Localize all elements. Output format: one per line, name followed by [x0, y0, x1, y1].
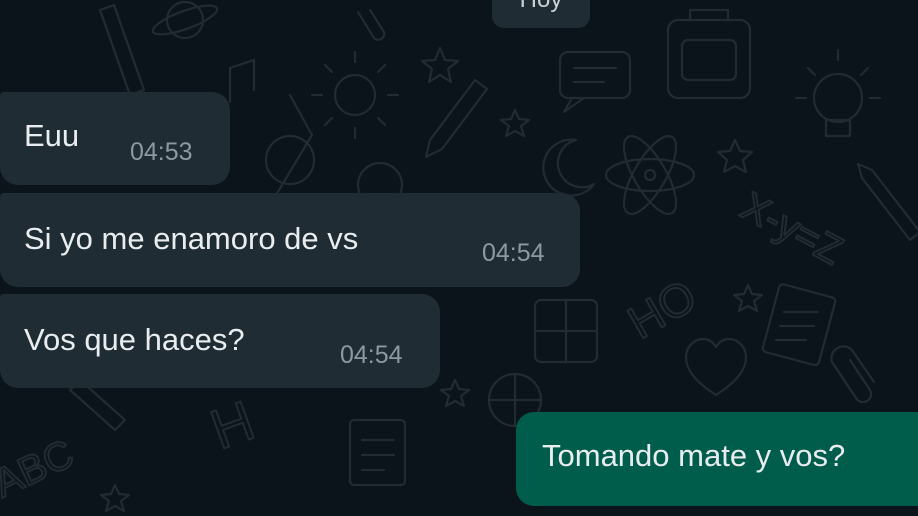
star-doodle	[716, 138, 754, 174]
star-doodle	[439, 378, 471, 408]
paperclip-doodle	[830, 345, 876, 404]
star-doodle	[420, 46, 460, 84]
message-text: Vos que haces?	[24, 322, 245, 357]
speech-bubble-doodle	[558, 50, 632, 114]
atom-doodle	[604, 134, 696, 216]
paperclip-doodle	[356, 8, 386, 41]
date-separator: Hoy	[492, 0, 590, 28]
sun-doodle	[310, 50, 400, 140]
star-doodle	[499, 108, 531, 138]
date-label: Hoy	[520, 0, 563, 14]
ruler-doodle	[98, 3, 146, 97]
lightbulb-doodle	[794, 48, 882, 138]
document-doodle	[348, 418, 407, 487]
letters-doodle: HO	[619, 269, 705, 349]
flask-doodle	[264, 93, 322, 197]
star-doodle	[99, 483, 131, 513]
heart-doodle	[684, 337, 748, 397]
notepad-doodle	[761, 283, 837, 367]
message-timestamp: 04:54	[482, 239, 545, 267]
message-text: Si yo me enamoro de vs	[24, 221, 359, 256]
letters-doodle: H	[203, 388, 263, 461]
formula-doodle: X-y=Z	[734, 184, 850, 273]
message-text: Tomando mate y vos?	[542, 438, 846, 473]
message-timestamp: 04:54	[340, 341, 403, 369]
moon-doodle	[542, 138, 596, 197]
backpack-doodle	[666, 8, 752, 100]
letters-doodle: ABC	[0, 432, 80, 507]
message-timestamp: 04:53	[130, 138, 193, 166]
incoming-message-bubble[interactable]: Si yo me enamoro de vs 04:54	[0, 193, 580, 287]
calculator-doodle	[533, 298, 599, 364]
incoming-message-bubble[interactable]: Vos que haces? 04:54	[0, 294, 440, 388]
message-text: Euu	[24, 118, 80, 153]
star-doodle	[732, 283, 764, 313]
pencil-doodle	[856, 162, 918, 242]
outgoing-message-bubble[interactable]: Tomando mate y vos?	[516, 412, 918, 506]
planet-doodle	[151, 0, 219, 40]
pencil-doodle	[424, 78, 489, 159]
incoming-message-bubble[interactable]: Euu 04:53	[0, 92, 230, 185]
music-note-doodle	[228, 58, 256, 104]
